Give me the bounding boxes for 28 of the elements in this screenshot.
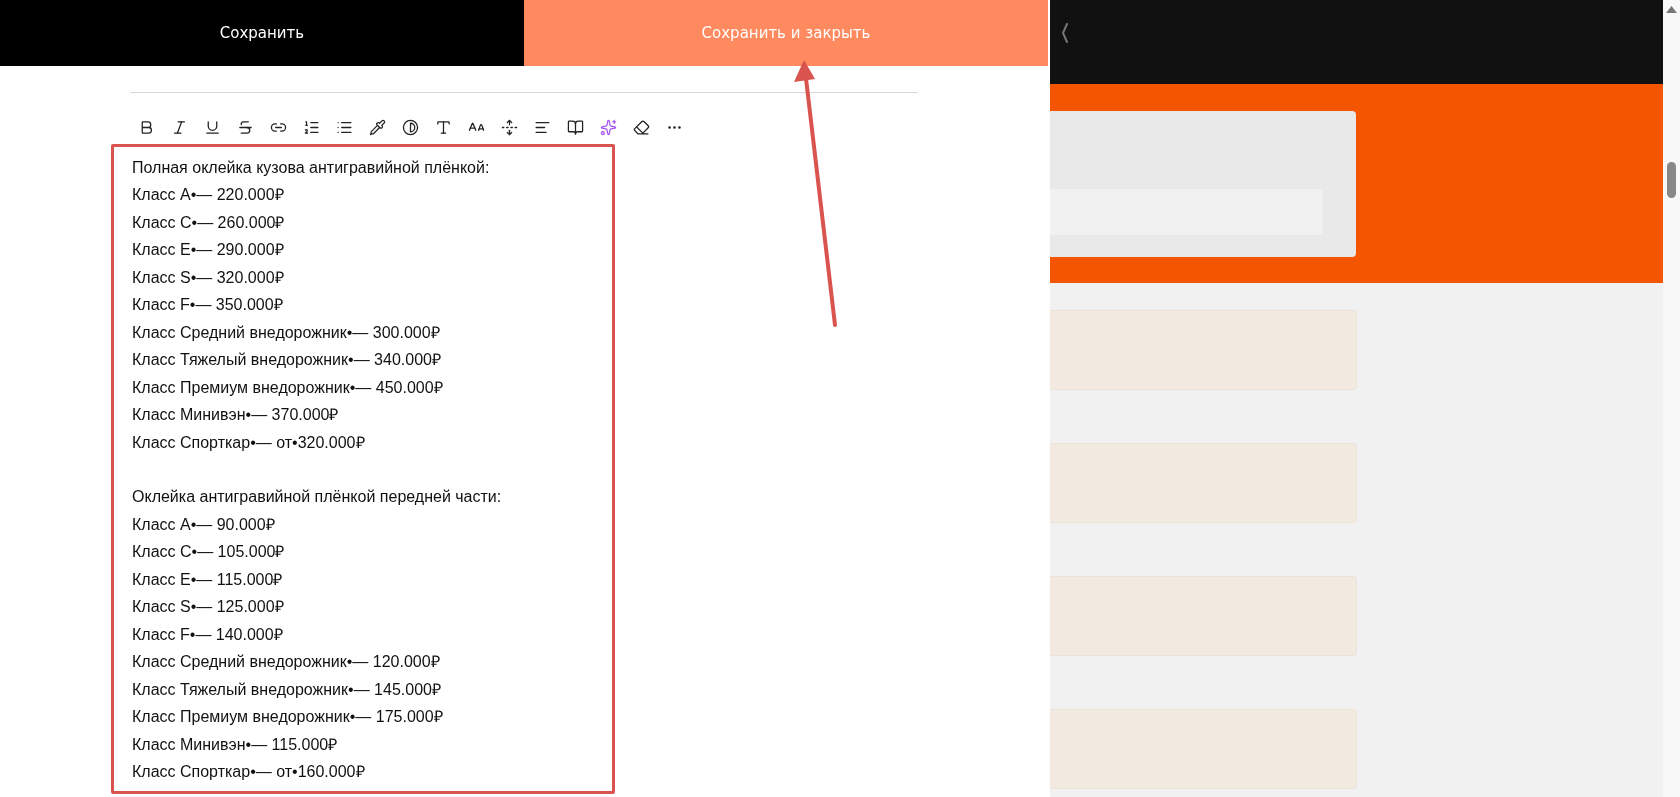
price-line: Класс Минивэн•— 370.000₽	[132, 405, 340, 426]
price-line: Класс C•— 260.000₽	[132, 212, 286, 233]
section-heading: Оклейка антигравийной плёнкой передней части:	[132, 487, 503, 508]
price-line: Класс E•— 115.000₽	[132, 569, 284, 590]
price-line: Класс Спорткар•— от•160.000₽	[132, 761, 366, 782]
text-editor-area[interactable]	[111, 144, 615, 795]
price-line: Класс Спорткар•— от•320.000₽	[132, 432, 366, 453]
chevron-left-icon[interactable]	[1060, 22, 1070, 44]
price-line: Класс A•— 90.000₽	[132, 514, 276, 535]
price-line: Класс F•— 350.000₽	[132, 295, 284, 316]
price-line: Класс E•— 290.000₽	[132, 240, 285, 261]
price-line: Класс Средний внедорожник•— 120.000₽	[132, 652, 441, 673]
price-line: Класс C•— 105.000₽	[132, 542, 286, 563]
scrollbar-thumb[interactable]	[1667, 162, 1676, 198]
price-line: Класс Средний внедорожник•— 300.000₽	[132, 322, 441, 343]
scroll-up-icon[interactable]	[1666, 6, 1677, 13]
price-line: Класс Тяжелый внедорожник•— 340.000₽	[132, 350, 442, 371]
price-line: Класс Минивэн•— 115.000₽	[132, 734, 339, 755]
price-line: Класс Премиум внедорожник•— 450.000₽	[132, 377, 444, 398]
price-line: Класс F•— 140.000₽	[132, 624, 284, 645]
section-heading: Полная оклейка кузова антигравийной плёнкой:	[132, 158, 491, 178]
save-button[interactable]: Сохранить	[0, 0, 524, 66]
price-line: Класс Премиум внедорожник•— 175.000₽	[132, 707, 444, 728]
price-line: Класс Тяжелый внедорожник•— 145.000₽	[132, 679, 442, 700]
scrollbar[interactable]	[1663, 0, 1680, 797]
price-line: Класс S•— 125.000₽	[132, 597, 285, 618]
price-line: Класс A•— 220.000₽	[132, 185, 285, 206]
price-line: Класс S•— 320.000₽	[132, 267, 285, 288]
